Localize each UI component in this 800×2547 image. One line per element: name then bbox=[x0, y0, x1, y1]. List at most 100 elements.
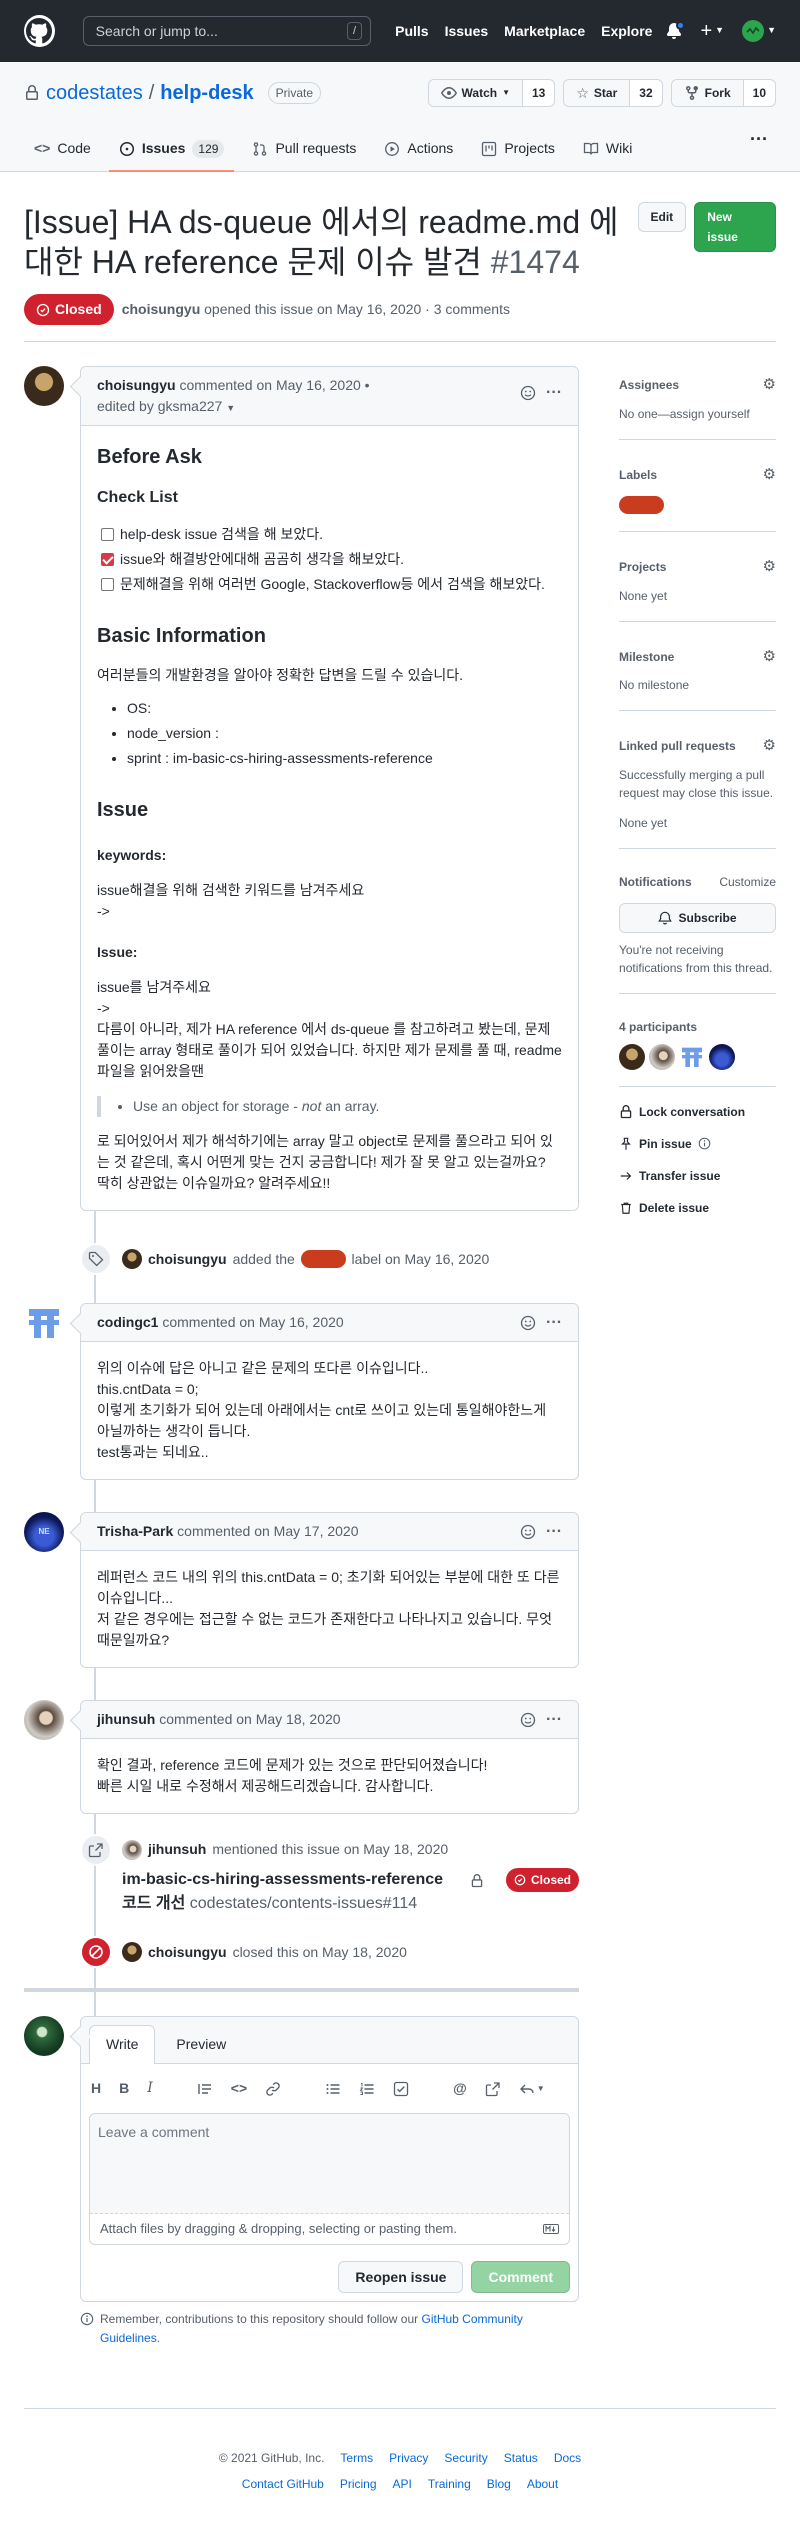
tab-write[interactable]: Write bbox=[89, 2025, 156, 2064]
ordered-list-icon[interactable] bbox=[359, 2081, 375, 2097]
watch-count[interactable]: 13 bbox=[523, 80, 554, 106]
task-checkbox[interactable] bbox=[101, 578, 114, 591]
attach-files-bar[interactable]: Attach files by dragging & dropping, sel… bbox=[90, 2214, 569, 2244]
lock-conversation-button[interactable]: Lock conversation bbox=[619, 1103, 776, 1121]
avatar[interactable] bbox=[24, 1700, 64, 1740]
nav-pulls[interactable]: Pulls bbox=[395, 21, 428, 42]
comment-author-link[interactable]: Trisha-Park bbox=[97, 1523, 173, 1539]
more-tabs-icon[interactable]: ··· bbox=[742, 130, 776, 171]
gear-icon[interactable]: ⚙ bbox=[763, 556, 776, 579]
gear-icon[interactable]: ⚙ bbox=[763, 646, 776, 669]
link-icon[interactable] bbox=[265, 2081, 281, 2097]
tab-issues[interactable]: Issues 129 bbox=[108, 132, 235, 172]
comment-button[interactable]: Comment bbox=[471, 2260, 571, 2293]
avatar[interactable] bbox=[24, 366, 64, 406]
footer-link-pricing[interactable]: Pricing bbox=[340, 2475, 377, 2493]
avatar[interactable] bbox=[24, 2016, 64, 2056]
footer-link-contact[interactable]: Contact GitHub bbox=[242, 2475, 324, 2493]
nav-issues[interactable]: Issues bbox=[445, 21, 489, 42]
assignees-value[interactable]: No one—assign yourself bbox=[619, 405, 776, 423]
smiley-icon[interactable] bbox=[520, 1315, 536, 1331]
task-list-icon[interactable] bbox=[393, 2081, 409, 2097]
star-button[interactable]: ☆ Star bbox=[564, 80, 631, 106]
tab-actions[interactable]: Actions bbox=[374, 132, 463, 171]
nav-marketplace[interactable]: Marketplace bbox=[504, 21, 585, 42]
tab-pull-requests[interactable]: Pull requests bbox=[242, 132, 366, 171]
info-icon[interactable] bbox=[698, 1137, 711, 1150]
avatar[interactable] bbox=[679, 1043, 706, 1070]
gear-icon[interactable]: ⚙ bbox=[763, 374, 776, 397]
event-user-link[interactable]: jihunsuh bbox=[148, 1839, 206, 1860]
user-menu-dropdown[interactable]: ▼ bbox=[742, 20, 776, 42]
italic-icon[interactable]: I bbox=[147, 2078, 153, 2099]
bold-icon[interactable]: B bbox=[119, 2078, 129, 2099]
cross-reference-icon[interactable] bbox=[485, 2081, 501, 2097]
pin-issue-button[interactable]: Pin issue bbox=[619, 1135, 776, 1153]
comment-author-link[interactable]: codingc1 bbox=[97, 1314, 158, 1330]
event-user-link[interactable]: choisungyu bbox=[148, 1942, 227, 1963]
avatar[interactable] bbox=[709, 1043, 736, 1070]
fork-count[interactable]: 10 bbox=[744, 80, 775, 106]
edit-title-button[interactable]: Edit bbox=[637, 202, 687, 232]
footer-link-about[interactable]: About bbox=[527, 2475, 558, 2493]
smiley-icon[interactable] bbox=[520, 1712, 536, 1728]
tab-code[interactable]: <> Code bbox=[24, 132, 101, 171]
search-input[interactable]: Search or jump to... / bbox=[82, 16, 372, 46]
star-count[interactable]: 32 bbox=[630, 80, 661, 106]
footer-link-status[interactable]: Status bbox=[504, 2449, 538, 2467]
nav-explore[interactable]: Explore bbox=[601, 21, 652, 42]
footer-link-training[interactable]: Training bbox=[428, 2475, 471, 2493]
footer-link-security[interactable]: Security bbox=[444, 2449, 487, 2467]
unordered-list-icon[interactable] bbox=[325, 2081, 341, 2097]
comment-author-link[interactable]: choisungyu bbox=[97, 377, 176, 393]
kebab-horizontal-icon[interactable]: ··· bbox=[546, 1711, 562, 1727]
kebab-horizontal-icon[interactable]: ··· bbox=[546, 1523, 562, 1539]
issue-label-tag[interactable]: issue bbox=[300, 1250, 346, 1268]
footer-link-terms[interactable]: Terms bbox=[340, 2449, 373, 2467]
customize-link[interactable]: Customize bbox=[719, 873, 776, 891]
fork-button[interactable]: Fork bbox=[671, 80, 744, 106]
comment-textarea[interactable]: Leave a comment bbox=[90, 2114, 570, 2214]
gear-icon[interactable]: ⚙ bbox=[763, 464, 776, 487]
tab-preview[interactable]: Preview bbox=[159, 2025, 243, 2063]
notifications-bell-icon[interactable] bbox=[666, 21, 686, 39]
new-issue-button[interactable]: New issue bbox=[694, 202, 776, 252]
transfer-issue-button[interactable]: Transfer issue bbox=[619, 1167, 776, 1185]
avatar[interactable] bbox=[122, 1249, 142, 1269]
create-new-dropdown[interactable]: + ▼ bbox=[700, 21, 724, 41]
github-logo-icon[interactable] bbox=[24, 15, 55, 47]
avatar[interactable]: NE bbox=[24, 1512, 64, 1552]
footer-link-blog[interactable]: Blog bbox=[487, 2475, 511, 2493]
kebab-horizontal-icon[interactable]: ··· bbox=[546, 385, 562, 401]
repo-owner-link[interactable]: codestates bbox=[46, 78, 143, 108]
edited-by-dropdown[interactable]: edited by gksma227 ▼ bbox=[97, 398, 235, 414]
comment-author-link[interactable]: jihunsuh bbox=[97, 1711, 155, 1727]
task-checkbox[interactable] bbox=[101, 553, 114, 566]
task-checkbox[interactable] bbox=[101, 528, 114, 541]
tab-projects[interactable]: Projects bbox=[471, 132, 565, 171]
footer-link-docs[interactable]: Docs bbox=[554, 2449, 581, 2467]
subscribe-button[interactable]: Subscribe bbox=[619, 902, 776, 933]
gear-icon[interactable]: ⚙ bbox=[763, 735, 776, 758]
reopen-issue-button[interactable]: Reopen issue bbox=[338, 2260, 464, 2293]
mention-icon[interactable]: @ bbox=[453, 2078, 467, 2099]
avatar[interactable] bbox=[24, 1303, 64, 1343]
tab-wiki[interactable]: Wiki bbox=[573, 132, 642, 171]
avatar[interactable] bbox=[122, 1942, 142, 1962]
avatar[interactable] bbox=[619, 1043, 646, 1070]
avatar[interactable] bbox=[649, 1043, 676, 1070]
heading-icon[interactable]: H bbox=[91, 2078, 101, 2099]
reply-icon[interactable]: ▼ bbox=[519, 2081, 545, 2097]
smiley-icon[interactable] bbox=[520, 1524, 536, 1540]
kebab-horizontal-icon[interactable]: ··· bbox=[546, 1314, 562, 1330]
repo-name-link[interactable]: help-desk bbox=[160, 78, 253, 108]
footer-link-privacy[interactable]: Privacy bbox=[389, 2449, 428, 2467]
quote-icon[interactable] bbox=[197, 2081, 213, 2097]
issue-label-tag[interactable]: issue bbox=[619, 496, 664, 514]
watch-button[interactable]: Watch ▼ bbox=[428, 80, 523, 106]
footer-link-api[interactable]: API bbox=[393, 2475, 412, 2493]
avatar[interactable] bbox=[122, 1839, 142, 1860]
issue-author-link[interactable]: choisungyu bbox=[122, 301, 201, 317]
smiley-icon[interactable] bbox=[520, 385, 536, 401]
code-icon[interactable]: <> bbox=[231, 2078, 247, 2099]
